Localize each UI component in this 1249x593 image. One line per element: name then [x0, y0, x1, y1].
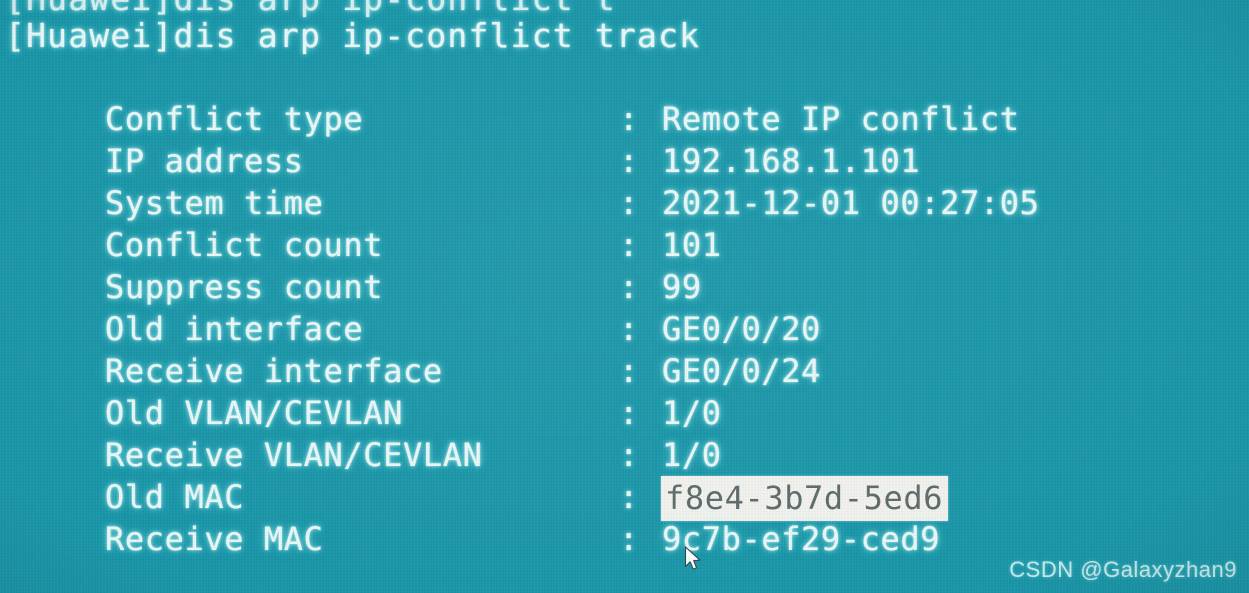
output-row-value: 1/0: [662, 394, 722, 432]
output-row-label: IP address: [105, 142, 304, 180]
terminal-screen[interactable]: [Huawei]dis arp ip-conflict t [Huawei]di…: [0, 0, 1249, 593]
output-row-separator: :: [619, 520, 639, 558]
output-row: Old interface: GE0/0/20: [0, 310, 1249, 352]
output-row-label: Old interface: [105, 310, 364, 348]
command-line: [Huawei]dis arp ip-conflict track: [5, 16, 701, 55]
output-row: Old VLAN/CEVLAN:1/0: [0, 394, 1249, 436]
arp-ip-conflict-track-output: Conflict type: Remote IP conflict IP addre…: [0, 100, 1249, 562]
output-row: Conflict count:101: [0, 226, 1249, 268]
output-row-label: Receive VLAN/CEVLAN: [105, 436, 483, 474]
output-row-value: 1/0: [662, 436, 722, 474]
output-row-separator: :: [619, 268, 639, 306]
output-row-separator: :: [619, 394, 639, 432]
output-row-label: Conflict type: [105, 100, 364, 138]
output-row-value: 2021-12-01 00:27:05: [662, 184, 1040, 222]
output-row-value: 9c7b-ef29-ced9: [662, 520, 941, 558]
output-row-label: Receive interface: [105, 352, 443, 390]
output-row-value-selected[interactable]: f8e4-3b7d-5ed6: [661, 476, 949, 521]
output-row-value: GE0/0/20: [662, 310, 821, 348]
output-row-separator: :: [619, 226, 639, 264]
output-row: Conflict type: Remote IP conflict: [0, 100, 1249, 142]
output-row: Old MAC: f8e4-3b7d-5ed6: [0, 476, 1249, 521]
output-row-value: GE0/0/24: [662, 352, 821, 390]
output-row-label: Conflict count: [105, 226, 384, 264]
output-row-separator: :: [619, 436, 639, 474]
output-row-value: 192.168.1.101: [662, 142, 921, 180]
output-row: Receive interface: GE0/0/24: [0, 352, 1249, 394]
output-row-label: Receive MAC: [105, 520, 324, 558]
output-row: Receive VLAN/CEVLAN:1/0: [0, 436, 1249, 478]
output-row-separator: :: [619, 184, 639, 222]
output-row-separator: :: [619, 478, 639, 516]
output-row-separator: :: [619, 142, 639, 180]
output-row-separator: :: [619, 310, 639, 348]
csdn-watermark: CSDN @Galaxyzhan9: [1009, 557, 1237, 582]
output-row-separator: :: [619, 100, 639, 138]
output-row-value: Remote IP conflict: [662, 100, 1020, 138]
output-row-label: Old VLAN/CEVLAN: [105, 394, 403, 432]
output-row-value: 99: [662, 268, 702, 306]
output-row: IP address:192.168.1.101: [0, 142, 1249, 184]
output-row-separator: :: [619, 352, 639, 390]
output-row: System time:2021-12-01 00:27:05: [0, 184, 1249, 226]
previous-command-line: [Huawei]dis arp ip-conflict t: [5, 0, 616, 17]
output-row: Suppress count:99: [0, 268, 1249, 310]
output-row-value: 101: [662, 226, 722, 264]
output-row-label: Old MAC: [105, 478, 245, 516]
output-row: Receive MAC:9c7b-ef29-ced9: [0, 520, 1249, 562]
output-row-label: Suppress count: [105, 268, 384, 306]
output-row-label: System time: [105, 184, 324, 222]
